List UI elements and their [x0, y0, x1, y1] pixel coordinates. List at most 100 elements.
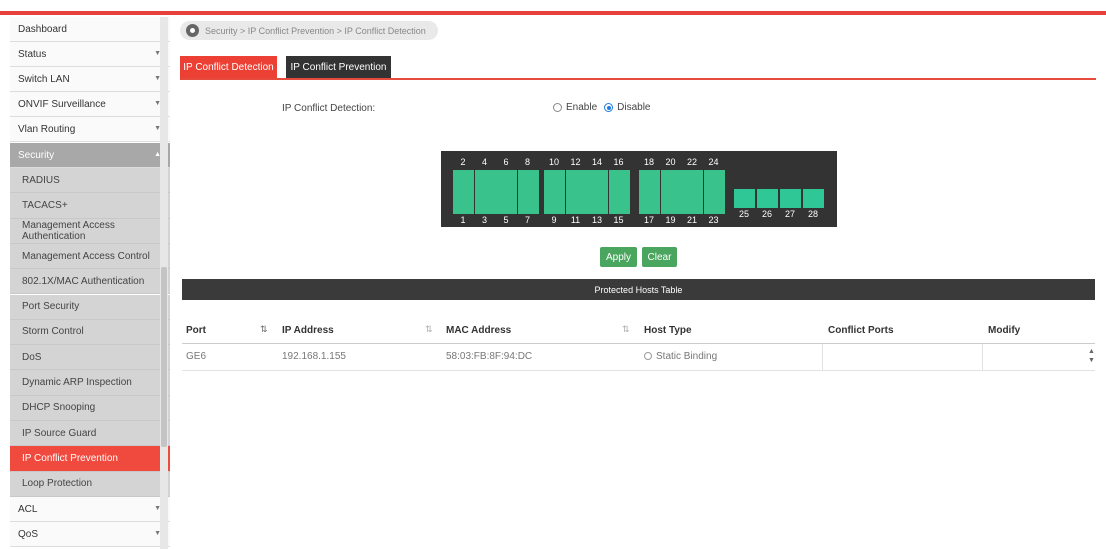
- port-number-label: 26: [761, 209, 772, 219]
- port-14[interactable]: [587, 170, 608, 192]
- port-16[interactable]: [608, 170, 630, 192]
- top-accent-line: [0, 11, 1106, 15]
- sidebar-item-acl[interactable]: ACL ▼: [10, 497, 170, 522]
- sidebar-item-onvif[interactable]: ONVIF Surveillance ▼: [10, 92, 170, 117]
- port-7[interactable]: [517, 192, 539, 214]
- table-row-divider: [182, 370, 1095, 371]
- port-6[interactable]: [496, 170, 517, 192]
- sidebar-subitem-loop-protection[interactable]: Loop Protection: [10, 471, 170, 497]
- port-number-label: 1: [460, 215, 466, 225]
- sidebar-item-qos[interactable]: QoS ▼: [10, 522, 170, 547]
- sidebar-item-label: 802.1X/MAC Authentication: [22, 275, 145, 287]
- sidebar-nav: Dashboard Status ▼ Switch LAN ▼ ONVIF Surv…: [10, 17, 170, 549]
- tab-ip-conflict-detection[interactable]: IP Conflict Detection: [180, 56, 277, 79]
- sidebar-item-label: Dashboard: [18, 23, 67, 35]
- port-number-label: 6: [503, 157, 509, 167]
- port-4[interactable]: [474, 170, 496, 192]
- sidebar-subitem-dai[interactable]: Dynamic ARP Inspection: [10, 370, 170, 396]
- cell-port: GE6: [186, 351, 207, 362]
- enable-radio[interactable]: [553, 103, 562, 112]
- port-number-label: 11: [570, 215, 581, 225]
- column-header-port[interactable]: Port: [186, 325, 206, 336]
- port-10[interactable]: [544, 170, 565, 192]
- port-25[interactable]: [734, 189, 755, 208]
- port-18[interactable]: [639, 170, 660, 192]
- port-27[interactable]: [780, 189, 801, 208]
- sidebar-subitem-ip-conflict-prevention[interactable]: IP Conflict Prevention: [10, 446, 170, 472]
- sidebar-subitem-port-security[interactable]: Port Security: [10, 294, 170, 320]
- sidebar-subitem-ip-source-guard[interactable]: IP Source Guard: [10, 421, 170, 447]
- tab-ip-conflict-prevention[interactable]: IP Conflict Prevention: [286, 56, 391, 79]
- port-17[interactable]: [639, 192, 660, 214]
- port-11[interactable]: [565, 192, 587, 214]
- port-number-label: 22: [686, 157, 697, 167]
- sidebar-subitem-dos[interactable]: DoS: [10, 345, 170, 371]
- port-19[interactable]: [660, 192, 682, 214]
- sidebar-subitem-mgmt-access-control[interactable]: Management Access Control: [10, 243, 170, 270]
- port-number-label: 13: [591, 215, 602, 225]
- sort-icon[interactable]: ⇅: [622, 324, 630, 335]
- port-21[interactable]: [682, 192, 703, 214]
- port-22[interactable]: [682, 170, 703, 192]
- port-5[interactable]: [496, 192, 517, 214]
- scrollbar-thumb[interactable]: [161, 267, 167, 447]
- column-header-ip-address[interactable]: IP Address: [282, 325, 334, 336]
- table-scroll-stepper[interactable]: ▲ ▼: [1087, 347, 1096, 367]
- port-28[interactable]: [803, 189, 824, 208]
- sidebar-item-label: ACL: [18, 503, 38, 515]
- tab-label: IP Conflict Detection: [183, 62, 274, 73]
- sidebar-subitem-storm-control[interactable]: Storm Control: [10, 319, 170, 346]
- sort-icon[interactable]: ⇅: [260, 324, 268, 335]
- disable-radio[interactable]: [604, 103, 614, 112]
- port-number-label: 5: [503, 215, 509, 225]
- port-26[interactable]: [757, 189, 778, 208]
- column-header-conflict-ports: Conflict Ports: [828, 325, 894, 336]
- sidebar-subitem-8021x[interactable]: 802.1X/MAC Authentication: [10, 269, 170, 295]
- sidebar-item-label: Status: [18, 48, 47, 60]
- sidebar-item-switch-lan[interactable]: Switch LAN ▼: [10, 67, 170, 92]
- port-number-label: 9: [551, 215, 557, 225]
- sort-icon[interactable]: ⇅: [425, 324, 433, 335]
- port-13[interactable]: [587, 192, 608, 214]
- sidebar-item-dashboard[interactable]: Dashboard: [10, 17, 170, 42]
- port-number-label: 16: [613, 157, 624, 167]
- cell-mac-address: 58:03:FB:8F:94:DC: [446, 351, 533, 362]
- port-12[interactable]: [565, 170, 587, 192]
- sidebar-item-label: Management Access Authentication: [22, 219, 115, 242]
- sidebar-subitem-tacacs[interactable]: TACACS+: [10, 193, 170, 219]
- port-15[interactable]: [608, 192, 630, 214]
- port-8[interactable]: [517, 170, 539, 192]
- detection-radio-group: Enable Disable: [553, 102, 651, 113]
- disable-radio-label[interactable]: Disable: [617, 102, 650, 113]
- apply-button[interactable]: Apply: [600, 247, 637, 267]
- port-2[interactable]: [453, 170, 474, 192]
- sidebar-item-label: DHCP Snooping: [22, 402, 96, 414]
- port-20[interactable]: [660, 170, 682, 192]
- port-number-label: 4: [481, 157, 487, 167]
- sidebar-scrollbar[interactable]: [160, 17, 168, 549]
- tab-label: IP Conflict Prevention: [290, 62, 387, 73]
- sidebar-item-vlan-routing[interactable]: Vlan Routing ▼: [10, 117, 170, 142]
- column-header-mac-address[interactable]: MAC Address: [446, 325, 511, 336]
- port-number-label: 21: [686, 215, 697, 225]
- port-1[interactable]: [453, 192, 474, 214]
- cell-ip-address: 192.168.1.155: [282, 351, 346, 362]
- port-9[interactable]: [544, 192, 565, 214]
- sidebar-subitem-mgmt-access-auth[interactable]: Management Access Authentication: [10, 218, 170, 244]
- column-header-host-type: Host Type: [644, 325, 692, 336]
- sidebar-item-label: Switch LAN: [18, 73, 70, 85]
- enable-radio-label[interactable]: Enable: [566, 102, 597, 113]
- clear-button[interactable]: Clear: [642, 247, 677, 267]
- sidebar-item-label: QoS: [18, 528, 39, 540]
- switch-port-panel: 2 1 4 3 6 5 8 7 10 9 12 11 14 13 16 15 18 17 20 19 22 21 24 23 2…: [441, 151, 837, 227]
- port-3[interactable]: [474, 192, 496, 214]
- port-number-label: 27: [784, 209, 795, 219]
- sidebar-item-label: Storm Control: [22, 326, 84, 338]
- sidebar-item-security[interactable]: Security ▲: [10, 143, 170, 168]
- sidebar-item-status[interactable]: Status ▼: [10, 42, 170, 67]
- port-24[interactable]: [703, 170, 725, 192]
- sidebar-subitem-dhcp-snooping[interactable]: DHCP Snooping: [10, 395, 170, 421]
- port-23[interactable]: [703, 192, 725, 214]
- port-number-label: 17: [643, 215, 654, 225]
- sidebar-subitem-radius[interactable]: RADIUS: [10, 168, 170, 194]
